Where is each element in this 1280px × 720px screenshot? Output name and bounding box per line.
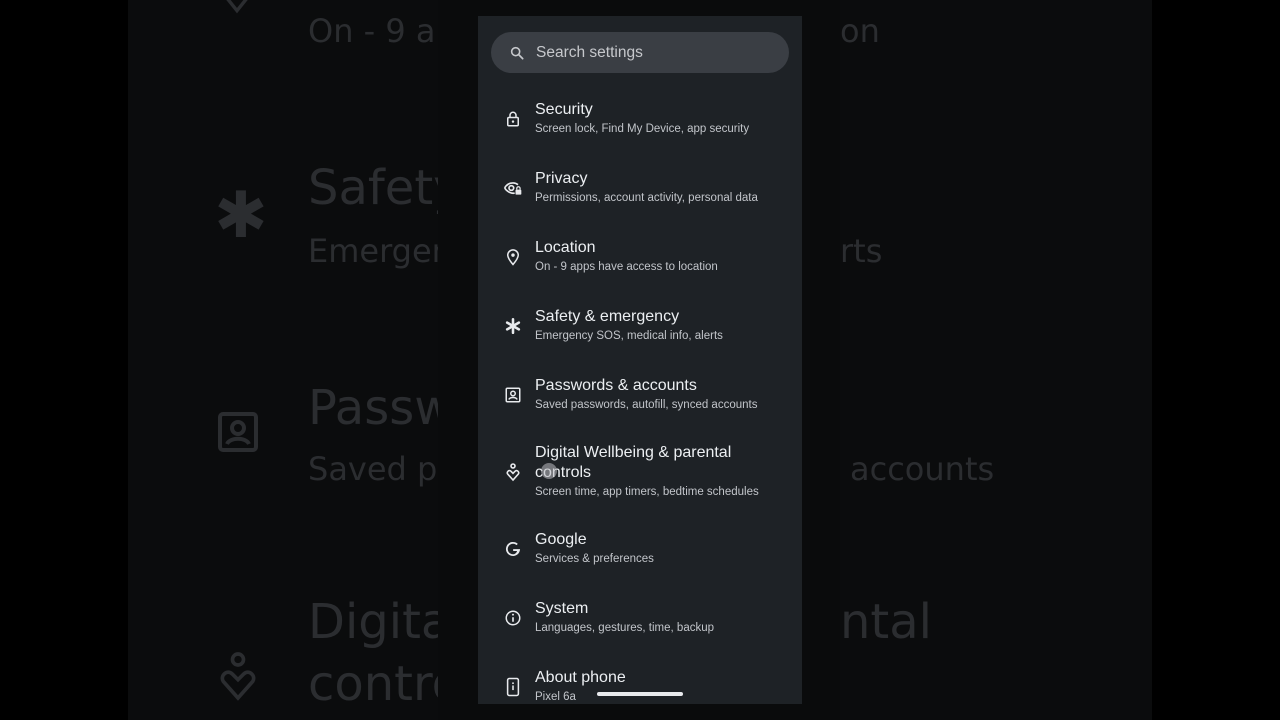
settings-item-subtitle: Languages, gestures, time, backup	[535, 622, 715, 634]
asterisk-icon	[503, 316, 523, 336]
search-bar[interactable]: Search settings	[491, 32, 789, 73]
google-icon	[503, 539, 523, 559]
settings-item-subtitle: Screen time, app timers, bedtime schedul…	[535, 486, 759, 498]
settings-item-about-phone[interactable]: About phone Pixel 6a	[478, 652, 802, 704]
settings-item-title: Passwords & accounts	[535, 377, 697, 394]
settings-screen: Search settings Security Screen lock, Fi…	[478, 16, 802, 704]
settings-item-title: System	[535, 600, 589, 617]
location-pin-icon	[503, 247, 523, 267]
settings-item-digital-wellbeing[interactable]: Digital Wellbeing & parental controls Sc…	[478, 429, 802, 514]
backdrop-dim-right	[840, 0, 1152, 720]
info-icon	[503, 608, 523, 628]
settings-item-passwords-accounts[interactable]: Passwords & accounts Saved passwords, au…	[478, 360, 802, 429]
settings-item-safety-emergency[interactable]: Safety & emergency Emergency SOS, medica…	[478, 291, 802, 360]
wellbeing-icon	[503, 462, 523, 482]
search-placeholder: Search settings	[536, 43, 643, 61]
settings-item-title: Privacy	[535, 170, 588, 187]
settings-item-subtitle: Screen lock, Find My Device, app securit…	[535, 123, 750, 135]
phone-info-icon	[503, 677, 523, 697]
settings-item-title: Location	[535, 239, 596, 256]
eye-lock-icon	[503, 178, 523, 198]
settings-item-subtitle: On - 9 apps have access to location	[535, 261, 718, 273]
settings-item-security[interactable]: Security Screen lock, Find My Device, ap…	[478, 84, 802, 153]
settings-item-subtitle: Saved passwords, autofill, synced accoun…	[535, 399, 758, 411]
settings-item-privacy[interactable]: Privacy Permissions, account activity, p…	[478, 153, 802, 222]
settings-item-google[interactable]: Google Services & preferences	[478, 514, 802, 583]
settings-item-title: Digital Wellbeing & parental controls	[535, 444, 732, 481]
settings-item-system[interactable]: System Languages, gestures, time, backup	[478, 583, 802, 652]
settings-item-title: Google	[535, 531, 587, 548]
search-icon	[510, 46, 524, 60]
touch-indicator	[541, 463, 557, 479]
settings-item-title: Security	[535, 101, 593, 118]
settings-item-subtitle: Permissions, account activity, personal …	[535, 192, 758, 204]
settings-item-title: About phone	[535, 669, 626, 686]
account-box-icon	[503, 385, 523, 405]
lock-icon	[503, 109, 523, 129]
settings-item-location[interactable]: Location On - 9 apps have access to loca…	[478, 222, 802, 291]
settings-list: Security Screen lock, Find My Device, ap…	[478, 84, 802, 704]
backdrop-dim-left	[128, 0, 438, 720]
settings-item-title: Safety & emergency	[535, 308, 680, 325]
settings-item-subtitle: Services & preferences	[535, 553, 654, 565]
gesture-home-bar[interactable]	[597, 692, 683, 696]
settings-item-subtitle: Emergency SOS, medical info, alerts	[535, 330, 723, 342]
